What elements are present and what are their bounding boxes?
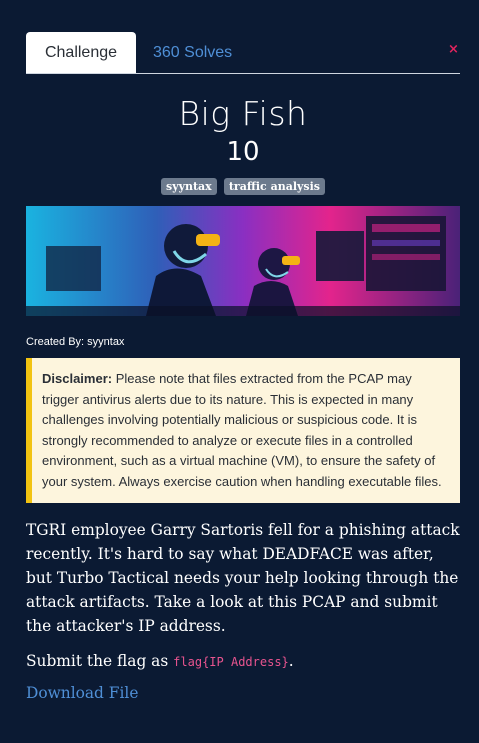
submit-instructions: Submit the flag as flag{IP Address}. bbox=[26, 652, 460, 670]
disclaimer-box: Disclaimer: Please note that files extra… bbox=[26, 358, 460, 503]
challenge-modal: Challenge 360 Solves × Big Fish 10 syynt… bbox=[26, 32, 460, 702]
tab-challenge[interactable]: Challenge bbox=[26, 32, 136, 73]
challenge-points: 10 bbox=[226, 137, 260, 167]
tab-solves[interactable]: 360 Solves bbox=[153, 32, 232, 73]
submit-prefix: Submit the flag as bbox=[26, 652, 169, 670]
challenge-description: TGRI employee Garry Sartoris fell for a … bbox=[26, 521, 460, 635]
submit-suffix: . bbox=[288, 652, 294, 670]
created-by: Created By: syyntax bbox=[26, 336, 125, 348]
banner-illustration bbox=[26, 206, 460, 316]
download-file-link[interactable]: Download File bbox=[26, 684, 460, 702]
tag-list: syyntax traffic analysis bbox=[26, 175, 460, 195]
challenge-title: Big Fish bbox=[178, 94, 308, 133]
flag-format: flag{IP Address} bbox=[173, 655, 289, 669]
tab-bar: Challenge 360 Solves × bbox=[26, 32, 460, 74]
challenge-banner-image bbox=[26, 206, 460, 316]
disclaimer-text: Please note that files extracted from th… bbox=[42, 371, 442, 489]
close-icon[interactable]: × bbox=[448, 43, 460, 56]
tag-category: traffic analysis bbox=[223, 178, 325, 195]
tag-author: syyntax bbox=[161, 178, 217, 195]
disclaimer-label: Disclaimer: bbox=[42, 371, 113, 386]
